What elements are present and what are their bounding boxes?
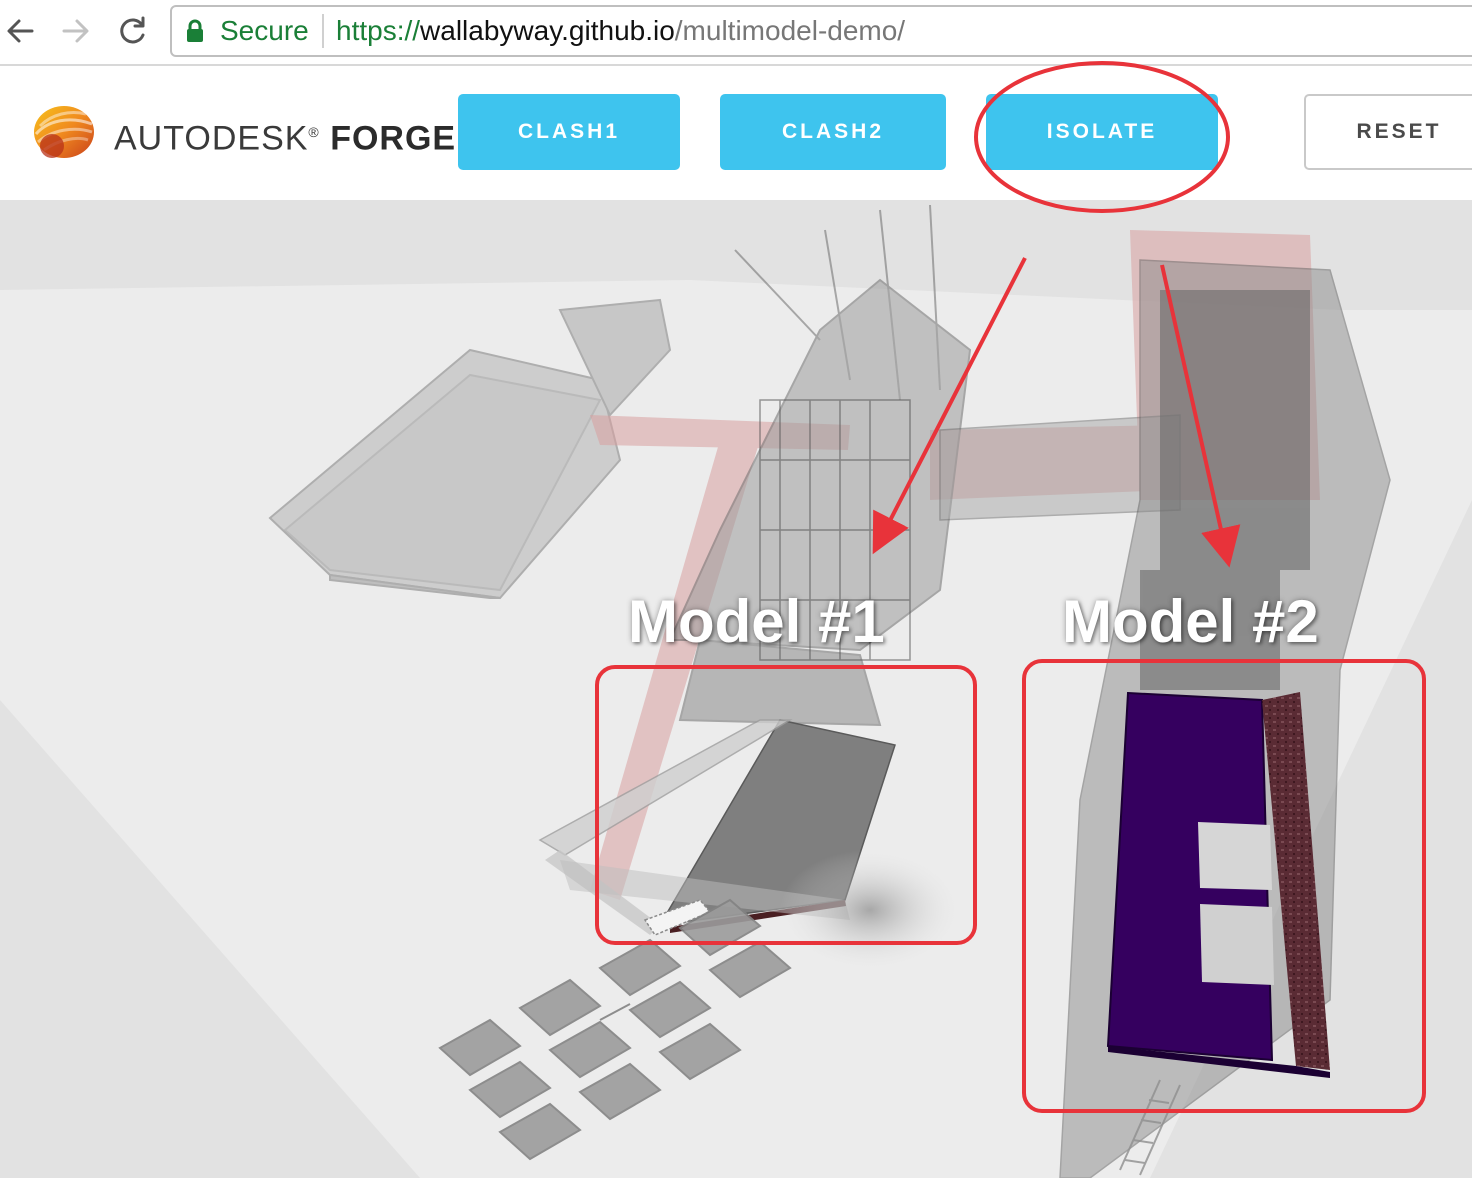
brand-wordmark: AUTODESK® FORGE: [114, 112, 456, 158]
secure-label: Secure: [220, 15, 309, 46]
model-2-label: Model #2: [1062, 588, 1319, 655]
isolate-button[interactable]: ISOLATE: [986, 94, 1218, 170]
url-path: /multimodel-demo/: [674, 15, 906, 46]
brand-product: FORGE: [330, 119, 457, 158]
forward-arrow-icon[interactable]: [58, 13, 94, 49]
reset-button[interactable]: RESET: [1304, 94, 1472, 170]
back-arrow-icon[interactable]: [2, 13, 38, 49]
url-host: wallabyway.github.io: [420, 15, 675, 46]
url-scheme: https://: [336, 15, 421, 46]
url-divider: [322, 14, 324, 48]
browser-toolbar: Secure https://wallabyway.github.io/mult…: [0, 0, 1472, 66]
registered-mark: ®: [308, 124, 320, 140]
url-text[interactable]: https://wallabyway.github.io/multimodel-…: [336, 13, 905, 49]
model-viewer-canvas[interactable]: Model #1 Model #2: [0, 200, 1472, 1178]
clash2-button[interactable]: CLASH2: [720, 94, 946, 170]
lock-icon: [186, 18, 204, 44]
autodesk-logo-icon: [30, 102, 96, 164]
clash1-button[interactable]: CLASH1: [458, 94, 680, 170]
brand-name: AUTODESK: [114, 119, 309, 158]
app-header: AUTODESK® FORGE CLASH1 CLASH2 ISOLATE RE…: [0, 66, 1472, 200]
building-scene: [0, 200, 1472, 1178]
model-1-label: Model #1: [628, 588, 885, 655]
reload-icon[interactable]: [114, 13, 150, 49]
